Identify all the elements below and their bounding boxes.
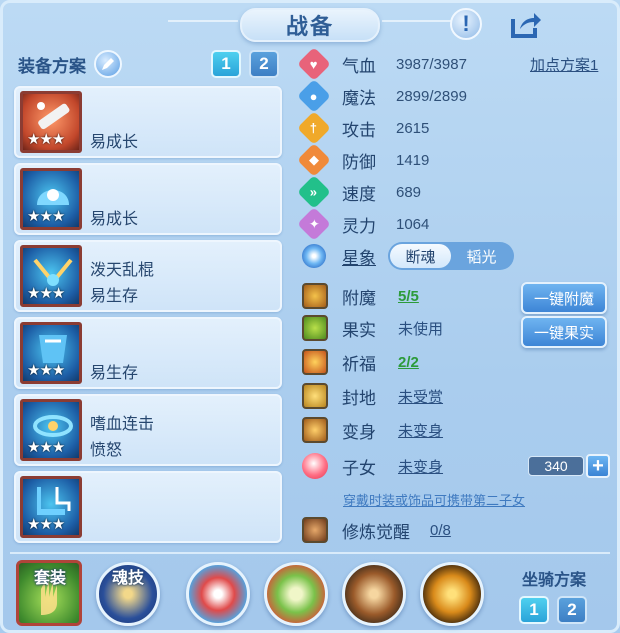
star-option-duanhun[interactable]: 断魂 bbox=[390, 244, 451, 268]
speed-icon: » bbox=[297, 175, 331, 209]
necklace-icon: ★★★ bbox=[20, 245, 82, 307]
stat-value: 1064 bbox=[396, 215, 430, 233]
blessing-row: 祈福 2/2 bbox=[302, 348, 419, 376]
equip-scheme-label: 装备方案 bbox=[18, 56, 86, 76]
enchant-row: 附魔 5/5 bbox=[302, 282, 419, 310]
one-click-fruit-button[interactable]: 一键果实 bbox=[521, 316, 607, 348]
title-ornament-right bbox=[382, 20, 452, 22]
armor-icon: ★★★ bbox=[20, 322, 82, 384]
stat-row-speed: » 速度 689 bbox=[297, 175, 422, 209]
sword-icon: † bbox=[297, 111, 331, 145]
boots-icon: ★★★ bbox=[20, 476, 82, 538]
fief-icon bbox=[302, 383, 328, 409]
child-value[interactable]: 未变身 bbox=[398, 456, 443, 477]
stat-label: 防御 bbox=[342, 152, 376, 172]
one-click-enchant-button[interactable]: 一键附魔 bbox=[521, 282, 607, 314]
cultivate-value[interactable]: 0/8 bbox=[430, 522, 451, 539]
spirit-icon: ✦ bbox=[297, 207, 331, 241]
transform-row: 变身 未变身 bbox=[302, 416, 443, 444]
belt-icon: ★★★ bbox=[20, 399, 82, 461]
stat-value: 2899/2899 bbox=[396, 87, 467, 105]
star-option-taoguang[interactable]: 韬光 bbox=[451, 244, 512, 268]
star-sign-row: 星象 断魂 韬光 bbox=[302, 242, 514, 270]
weapon-icon: ★★★ bbox=[20, 91, 82, 153]
fruit-icon bbox=[302, 315, 328, 341]
child-add-button[interactable]: + bbox=[586, 454, 610, 478]
mana-icon: ● bbox=[297, 79, 331, 113]
blessing-value[interactable]: 2/2 bbox=[398, 354, 419, 371]
enchant-icon bbox=[302, 283, 328, 309]
fruit-value: 未使用 bbox=[398, 320, 444, 338]
equip-scheme-1-button[interactable]: 1 bbox=[211, 50, 241, 78]
equipment-card[interactable]: ★★★ 易成长 bbox=[14, 86, 282, 158]
equipment-name: 泼天乱棍 bbox=[90, 262, 155, 279]
stat-value: 2615 bbox=[396, 119, 430, 137]
stat-row-hp: ♥ 气血 3987/3987 bbox=[297, 47, 467, 81]
blessing-icon bbox=[302, 349, 328, 375]
equip-scheme-header: 装备方案 bbox=[18, 50, 122, 78]
set-label: 套装 bbox=[34, 570, 67, 587]
transform-value[interactable]: 未变身 bbox=[398, 420, 443, 441]
stat-label: 攻击 bbox=[342, 120, 376, 140]
mount-scheme-2-button[interactable]: 2 bbox=[557, 596, 587, 624]
cultivate-icon bbox=[302, 517, 328, 543]
mount-scheme-label: 坐骑方案 bbox=[522, 572, 587, 589]
stat-row-mp: ● 魔法 2899/2899 bbox=[297, 79, 467, 113]
stat-label: 灵力 bbox=[342, 216, 376, 236]
stat-row-defense: ◆ 防御 1419 bbox=[297, 143, 430, 177]
star-sign-icon bbox=[302, 244, 326, 268]
stat-value: 689 bbox=[396, 183, 422, 201]
fief-value[interactable]: 未受赏 bbox=[398, 386, 443, 407]
fruit-row: 果实 未使用 bbox=[302, 314, 443, 342]
title-banner: 战备 bbox=[240, 8, 380, 42]
transform-icon bbox=[302, 417, 328, 443]
child-icon bbox=[302, 453, 328, 479]
equipment-trait: 易成长 bbox=[90, 134, 139, 151]
equipment-trait: 易成长 bbox=[90, 211, 139, 228]
title-ornament-left bbox=[168, 20, 238, 22]
skill-slot-1-button[interactable] bbox=[186, 562, 250, 626]
child-row: 子女 未变身 bbox=[302, 452, 443, 480]
equipment-card[interactable]: ★★★ 嗜血连击 愤怒 bbox=[14, 394, 282, 466]
star-sign-label[interactable]: 星象 bbox=[342, 244, 376, 269]
equipment-list: ★★★ 易成长 ★★★ 易成长 ★★★ 泼天乱棍 易生存 ★★★ 易生存 ★★★ bbox=[14, 86, 282, 548]
fief-row: 封地 未受赏 bbox=[302, 382, 443, 410]
equipment-name: 嗜血连击 bbox=[90, 416, 155, 433]
stat-value: 3987/3987 bbox=[396, 55, 467, 73]
stat-label: 速度 bbox=[342, 184, 376, 204]
cultivate-row: 修炼觉醒 0/8 bbox=[302, 516, 451, 544]
skill-slot-3-button[interactable] bbox=[342, 562, 406, 626]
skill-slot-2-button[interactable] bbox=[264, 562, 328, 626]
alert-icon[interactable]: ! bbox=[450, 8, 482, 40]
enchant-value[interactable]: 5/5 bbox=[398, 288, 419, 305]
child-points-bar: 340 bbox=[528, 456, 584, 476]
stat-label: 气血 bbox=[342, 56, 376, 76]
page-title: 战备 bbox=[285, 14, 334, 39]
star-sign-toggle[interactable]: 断魂 韬光 bbox=[388, 242, 514, 270]
helmet-icon: ★★★ bbox=[20, 168, 82, 230]
equipment-card[interactable]: ★★★ 易生存 bbox=[14, 317, 282, 389]
share-icon[interactable] bbox=[510, 8, 542, 40]
shield-icon: ◆ bbox=[297, 143, 331, 177]
equipment-card[interactable]: ★★★ bbox=[14, 471, 282, 543]
skill-slot-4-button[interactable] bbox=[420, 562, 484, 626]
soul-skill-label: 魂技 bbox=[112, 570, 145, 587]
equipment-trait: 易生存 bbox=[90, 365, 139, 382]
stat-row-spirit: ✦ 灵力 1064 bbox=[297, 207, 430, 241]
equipment-card[interactable]: ★★★ 泼天乱棍 易生存 bbox=[14, 240, 282, 312]
mount-scheme-1-button[interactable]: 1 bbox=[519, 596, 549, 624]
equipment-trait: 易生存 bbox=[90, 288, 139, 305]
equipment-trait: 愤怒 bbox=[90, 442, 123, 459]
edit-icon[interactable] bbox=[94, 50, 122, 78]
heart-icon: ♥ bbox=[297, 47, 331, 81]
stat-row-attack: † 攻击 2615 bbox=[297, 111, 430, 145]
second-child-hint[interactable]: 穿戴时装或饰品可携带第二子女 bbox=[343, 490, 525, 509]
equip-scheme-2-button[interactable]: 2 bbox=[249, 50, 279, 78]
stat-label: 魔法 bbox=[342, 88, 376, 108]
add-point-plan-link[interactable]: 加点方案1 bbox=[530, 54, 598, 75]
bottom-divider bbox=[10, 552, 610, 554]
equipment-card[interactable]: ★★★ 易成长 bbox=[14, 163, 282, 235]
stat-value: 1419 bbox=[396, 151, 430, 169]
